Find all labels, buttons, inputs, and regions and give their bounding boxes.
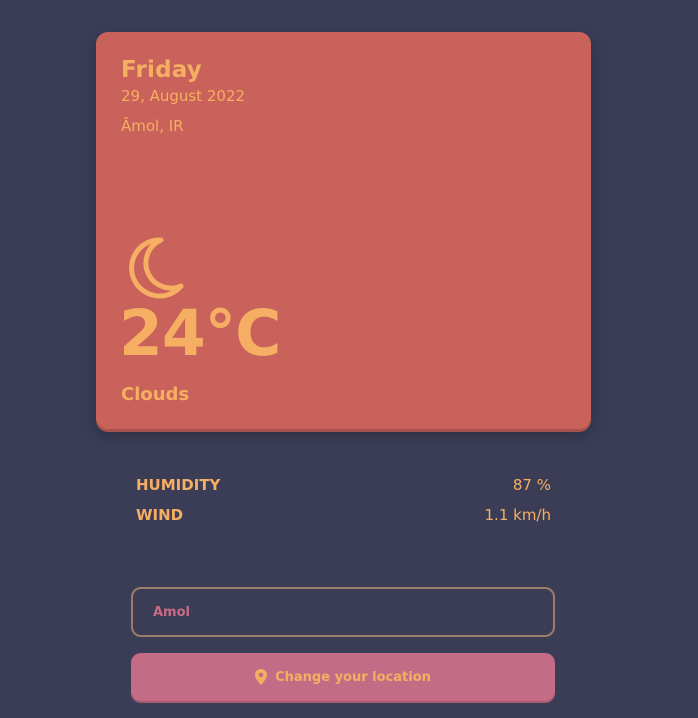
- weather-card: Friday 29, August 2022 Āmol, IR 24°C Clo…: [96, 32, 591, 429]
- wind-row: WIND 1.1 km/h: [136, 500, 551, 530]
- location-input[interactable]: [131, 587, 555, 637]
- change-location-label: Change your location: [275, 669, 431, 685]
- humidity-label: HUMIDITY: [136, 476, 221, 494]
- weather-condition: Clouds: [121, 384, 190, 405]
- location-pin-icon: [255, 669, 268, 685]
- location-label: Āmol, IR: [121, 117, 184, 135]
- temperature: 24°C: [119, 297, 281, 370]
- humidity-value: 87 %: [512, 476, 551, 494]
- wind-label: WIND: [136, 506, 184, 524]
- change-location-button[interactable]: Change your location: [131, 653, 555, 701]
- wind-value: 1.1 km/h: [484, 506, 551, 524]
- weather-stats: HUMIDITY 87 % WIND 1.1 km/h: [136, 470, 551, 530]
- humidity-row: HUMIDITY 87 %: [136, 470, 551, 500]
- moon-icon: [129, 237, 184, 299]
- day-label: Friday: [121, 57, 202, 83]
- weather-app: Friday 29, August 2022 Āmol, IR 24°C Clo…: [0, 0, 698, 718]
- date-label: 29, August 2022: [121, 87, 246, 105]
